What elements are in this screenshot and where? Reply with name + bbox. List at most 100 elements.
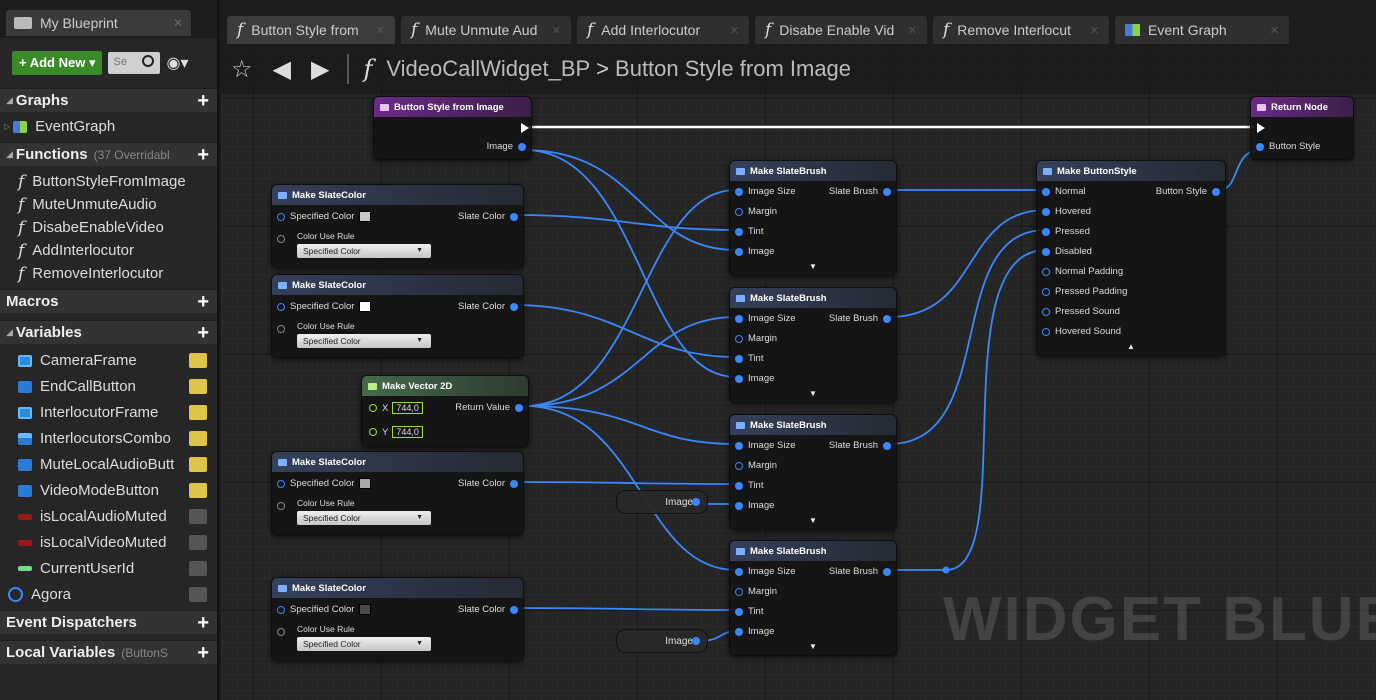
function-item[interactable]: f MuteUnmuteAudio <box>0 192 217 217</box>
specified-color-pin[interactable]: Specified Color <box>272 301 372 312</box>
close-tab-icon[interactable]: ✕ <box>1090 24 1099 37</box>
function-item[interactable]: f RemoveInterlocutor <box>0 261 217 286</box>
return-node[interactable]: Return Node Button Style <box>1250 96 1354 160</box>
x-value-field[interactable]: 744,0 <box>392 402 423 414</box>
image-pin[interactable]: Image <box>730 626 774 637</box>
x-input-pin[interactable]: X 744,0 <box>364 402 423 414</box>
margin-pin[interactable]: Margin <box>730 333 777 344</box>
specified-color-pin[interactable]: Specified Color <box>272 604 372 615</box>
visibility-eye-icon[interactable] <box>189 457 207 472</box>
variable-item[interactable]: MuteLocalAudioButt <box>0 452 217 477</box>
image-size-pin[interactable]: Image Size <box>730 313 796 324</box>
graph-item-eventgraph[interactable]: ▷ EventGraph <box>0 114 217 139</box>
color-use-rule-dropdown[interactable]: Specified Color <box>297 334 431 348</box>
add-dispatcher-plus-icon[interactable]: + <box>197 611 209 635</box>
close-tab-icon[interactable]: ✕ <box>376 24 385 37</box>
tint-pin[interactable]: Tint <box>730 606 763 617</box>
advanced-expand-arrow-icon[interactable]: ▼ <box>809 642 817 651</box>
tint-pin[interactable]: Tint <box>730 480 763 491</box>
tab-disabe-enable-video[interactable]: f Disabe Enable Vid ✕ <box>755 16 927 44</box>
specified-color-pin[interactable]: Specified Color <box>272 211 372 222</box>
make-slate-color-node[interactable]: Make SlateColor Specified Color Slate Co… <box>271 274 524 358</box>
make-slate-brush-node[interactable]: Make SlateBrush Image Size Slate Brush M… <box>729 287 897 403</box>
tint-pin[interactable]: Tint <box>730 226 763 237</box>
variable-item[interactable]: InterlocutorFrame <box>0 400 217 425</box>
image-pin[interactable]: Image <box>730 246 774 257</box>
graphs-category[interactable]: ◢ Graphs + <box>0 88 217 112</box>
image-size-pin[interactable]: Image Size <box>730 186 796 197</box>
tab-mute-unmute-audio[interactable]: f Mute Unmute Aud ✕ <box>401 16 571 44</box>
color-use-rule-dropdown[interactable]: Specified Color <box>297 511 431 525</box>
tab-event-graph[interactable]: Event Graph ✕ <box>1115 16 1289 44</box>
event-dispatchers-category[interactable]: Event Dispatchers + <box>0 610 217 635</box>
margin-pin[interactable]: Margin <box>730 586 777 597</box>
local-variables-category[interactable]: Local Variables (ButtonS + <box>0 640 217 665</box>
blueprint-graph-canvas[interactable]: WIDGET BLUEI Button Style from Image Ima… <box>221 44 1376 700</box>
color-swatch[interactable] <box>359 604 372 615</box>
function-item[interactable]: f AddInterlocutor <box>0 238 217 263</box>
macros-category[interactable]: Macros + <box>0 289 217 314</box>
normal-pin[interactable]: Normal <box>1037 186 1086 197</box>
visibility-eye-icon[interactable] <box>189 535 207 550</box>
color-swatch[interactable] <box>359 478 372 489</box>
slate-color-out-pin[interactable]: Slate Color <box>458 301 523 312</box>
make-slate-brush-node[interactable]: Make SlateBrush Image Size Slate Brush M… <box>729 540 897 656</box>
make-slate-color-node[interactable]: Make SlateColor Specified Color Slate Co… <box>271 184 524 268</box>
search-input[interactable]: Se <box>108 52 161 74</box>
color-use-rule-dropdown[interactable]: Specified Color <box>297 637 431 651</box>
slate-color-out-pin[interactable]: Slate Color <box>458 604 523 615</box>
slate-color-out-pin[interactable]: Slate Color <box>458 478 523 489</box>
variable-item[interactable]: Agora <box>0 582 217 607</box>
color-swatch[interactable] <box>359 301 372 312</box>
functions-category[interactable]: ◢ Functions (37 Overridabl + <box>0 142 217 167</box>
function-item[interactable]: f DisabeEnableVideo <box>0 215 217 240</box>
make-slate-color-node[interactable]: Make SlateColor Specified Color Slate Co… <box>271 451 524 535</box>
image-pin[interactable]: Image <box>730 373 774 384</box>
add-function-plus-icon[interactable]: + <box>197 143 209 167</box>
make-slate-brush-node[interactable]: Make SlateBrush Image Size Slate Brush M… <box>729 414 897 530</box>
forward-arrow-icon[interactable]: ▶ <box>311 55 329 84</box>
view-options-eye-icon[interactable]: ◉▾ <box>166 53 188 73</box>
add-variable-plus-icon[interactable]: + <box>197 321 209 345</box>
pressed-pin[interactable]: Pressed <box>1037 226 1090 237</box>
visibility-eye-icon[interactable] <box>189 561 207 576</box>
color-use-rule-dropdown[interactable]: Specified Color <box>297 244 431 258</box>
close-tab-icon[interactable]: ✕ <box>173 16 183 30</box>
visibility-eye-icon[interactable] <box>189 379 207 394</box>
back-arrow-icon[interactable]: ◀ <box>273 55 291 84</box>
slate-color-out-pin[interactable]: Slate Color <box>458 211 523 222</box>
visibility-eye-icon[interactable] <box>189 483 207 498</box>
y-input-pin[interactable]: Y 744,0 <box>364 426 423 438</box>
image-size-pin[interactable]: Image Size <box>730 566 796 577</box>
tab-button-style-from[interactable]: f Button Style from ✕ <box>227 16 395 44</box>
normal-padding-pin[interactable]: Normal Padding <box>1037 266 1123 277</box>
tab-add-interlocutor[interactable]: f Add Interlocutor ✕ <box>577 16 749 44</box>
hovered-pin[interactable]: Hovered <box>1037 206 1091 217</box>
add-macro-plus-icon[interactable]: + <box>197 290 209 314</box>
visibility-eye-icon[interactable] <box>189 587 207 602</box>
color-swatch[interactable] <box>359 211 372 222</box>
slate-brush-out-pin[interactable]: Slate Brush <box>829 566 896 577</box>
make-vector-2d-node[interactable]: Make Vector 2D X 744,0 Y 744,0 Return Valu… <box>361 375 529 447</box>
make-slate-brush-node[interactable]: Make SlateBrush Image Size Slate Brush M… <box>729 160 897 276</box>
close-tab-icon[interactable]: ✕ <box>552 24 561 37</box>
tint-pin[interactable]: Tint <box>730 353 763 364</box>
variable-item[interactable]: VideoModeButton <box>0 478 217 503</box>
advanced-expand-arrow-icon[interactable]: ▼ <box>809 389 817 398</box>
advanced-expand-arrow-icon[interactable]: ▼ <box>809 262 817 271</box>
collapse-arrow-icon[interactable]: ▲ <box>1127 342 1135 351</box>
close-tab-icon[interactable]: ✕ <box>1270 24 1279 37</box>
add-new-button[interactable]: + Add New ▾ <box>12 51 103 75</box>
pressed-padding-pin[interactable]: Pressed Padding <box>1037 286 1127 297</box>
variable-item[interactable]: CameraFrame <box>0 348 217 373</box>
visibility-eye-icon[interactable] <box>189 431 207 446</box>
function-entry-node[interactable]: Button Style from Image Image <box>373 96 532 160</box>
visibility-eye-icon[interactable] <box>189 405 207 420</box>
image-variable-getter[interactable]: Image <box>616 490 708 514</box>
pressed-sound-pin[interactable]: Pressed Sound <box>1037 306 1120 317</box>
add-local-variable-plus-icon[interactable]: + <box>197 641 209 665</box>
image-pin[interactable]: Image <box>730 500 774 511</box>
function-item[interactable]: f ButtonStyleFromImage <box>0 169 217 194</box>
y-value-field[interactable]: 744,0 <box>392 426 423 438</box>
my-blueprint-tab[interactable]: My Blueprint ✕ <box>6 10 191 36</box>
